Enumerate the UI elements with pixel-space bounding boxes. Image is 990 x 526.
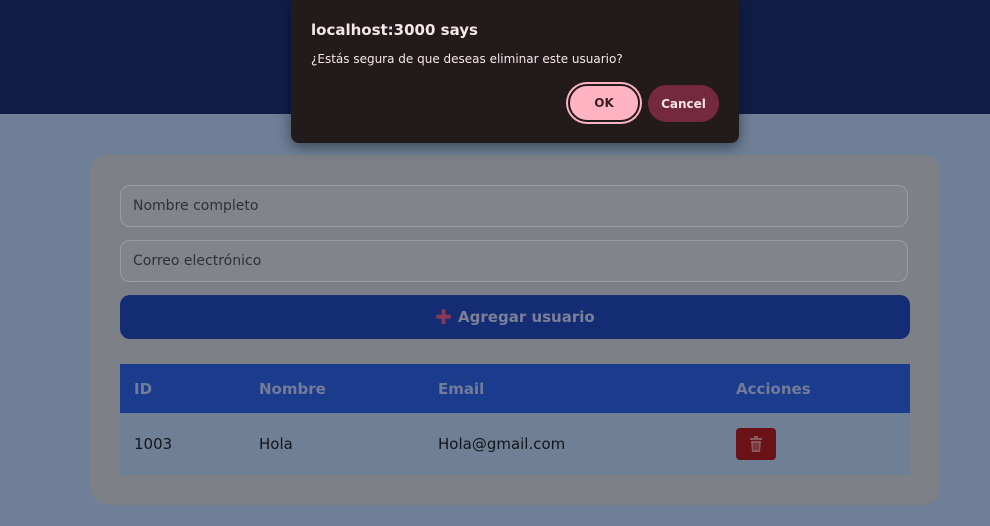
confirm-dialog: localhost:3000 says ¿Estás segura de que… <box>291 0 739 143</box>
add-user-button[interactable]: ✚ Agregar usuario <box>120 295 910 339</box>
email-input[interactable] <box>120 240 908 282</box>
name-input[interactable] <box>120 185 908 227</box>
column-header-name: Nombre <box>259 379 326 398</box>
user-form-card: ✚ Agregar usuario ID Nombre Email Accion… <box>90 155 940 505</box>
column-header-id: ID <box>134 379 153 398</box>
add-user-button-label: Agregar usuario <box>458 308 595 326</box>
ok-button[interactable]: OK <box>568 84 640 122</box>
users-table: ID Nombre Email Acciones 1003 Hola Hola@… <box>120 364 910 475</box>
column-header-email: Email <box>438 379 485 398</box>
cell-name: Hola <box>259 435 293 453</box>
cell-email: Hola@gmail.com <box>438 435 566 453</box>
column-header-actions: Acciones <box>736 379 811 398</box>
dialog-title: localhost:3000 says <box>311 21 478 39</box>
cancel-button[interactable]: Cancel <box>648 85 719 122</box>
dialog-message: ¿Estás segura de que deseas eliminar est… <box>311 52 623 66</box>
plus-icon: ✚ <box>435 305 453 329</box>
table-header: ID Nombre Email Acciones <box>120 364 910 413</box>
cell-id: 1003 <box>134 435 173 453</box>
trash-icon <box>750 436 762 452</box>
table-row: 1003 Hola Hola@gmail.com <box>120 413 910 475</box>
delete-user-button[interactable] <box>736 428 776 460</box>
